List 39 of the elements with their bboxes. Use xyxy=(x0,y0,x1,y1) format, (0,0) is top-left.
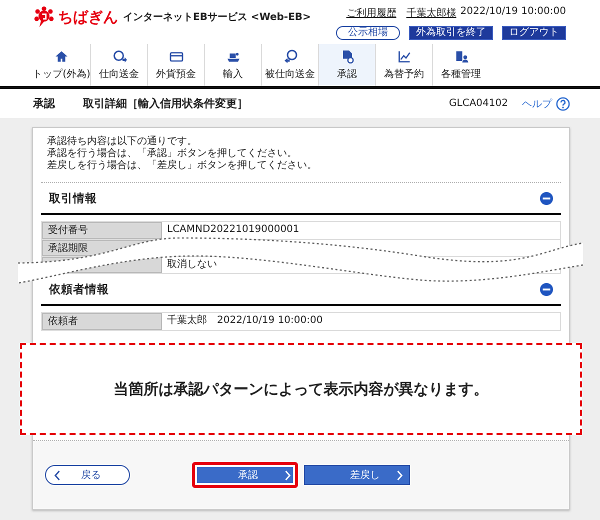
instruction-text: 承認を行う場合は、「承認」ボタンを押してください。 xyxy=(47,148,298,160)
row-value: 千葉太郎 2022/10/19 10:00:00 xyxy=(166,314,324,328)
section-title: 取引情報 xyxy=(49,190,97,206)
nav-tab[interactable]: 承認 xyxy=(318,44,375,86)
screen-id: GLCA04102 xyxy=(449,98,508,109)
help-link[interactable]: ヘルプ xyxy=(522,96,552,110)
logo-icon xyxy=(33,6,55,28)
chevron-right-icon xyxy=(284,470,291,480)
row-label: 依頼者 xyxy=(42,313,162,330)
header-link[interactable]: ご利用履歴 xyxy=(346,6,396,20)
card-icon xyxy=(168,49,184,64)
annotation-text: 当箇所は承認パターンによって表示内容が異なります。 xyxy=(114,380,488,398)
instruction-text: 承認待ち内容は以下の通りです。 xyxy=(47,136,198,148)
service-name: インターネットEBサービス <Web-EB> xyxy=(123,10,311,24)
instruction-text: 差戻しを行う場合は、「差戻し」ボタンを押してください。 xyxy=(47,160,318,172)
page-title: 取引詳細［輸入信用状条件変更］ xyxy=(83,96,248,111)
page-section: 承認 xyxy=(33,96,55,111)
chevron-left-icon xyxy=(54,470,61,480)
coin-icon xyxy=(282,49,298,64)
action-button[interactable]: 承認 xyxy=(192,462,298,488)
chevron-right-icon xyxy=(396,470,403,480)
row-label: 受付番号 xyxy=(42,222,162,239)
row-value: 取消しない xyxy=(166,258,218,272)
help-icon[interactable] xyxy=(556,96,570,110)
action-button[interactable]: 差戻し xyxy=(304,465,410,485)
chart-icon xyxy=(396,49,412,64)
header-button[interactable]: ログアウト xyxy=(502,26,566,40)
action-button[interactable]: 戻る xyxy=(45,465,130,485)
row-value: LCAMND20221019000001 xyxy=(166,223,300,237)
header-link[interactable]: 千葉太郎様 xyxy=(406,6,456,20)
logo-text: ちばぎん xyxy=(58,8,118,26)
header-button[interactable]: 公示相場 xyxy=(336,26,400,40)
section-title: 依頼者情報 xyxy=(49,282,109,296)
collapse-icon[interactable] xyxy=(540,282,553,296)
header-button[interactable]: 外為取引を終了 xyxy=(409,26,493,40)
person-card-icon xyxy=(454,49,468,64)
collapse-icon[interactable] xyxy=(540,192,553,204)
datetime: 2022/10/19 10:00:00 xyxy=(460,6,566,19)
home-icon xyxy=(54,49,69,64)
